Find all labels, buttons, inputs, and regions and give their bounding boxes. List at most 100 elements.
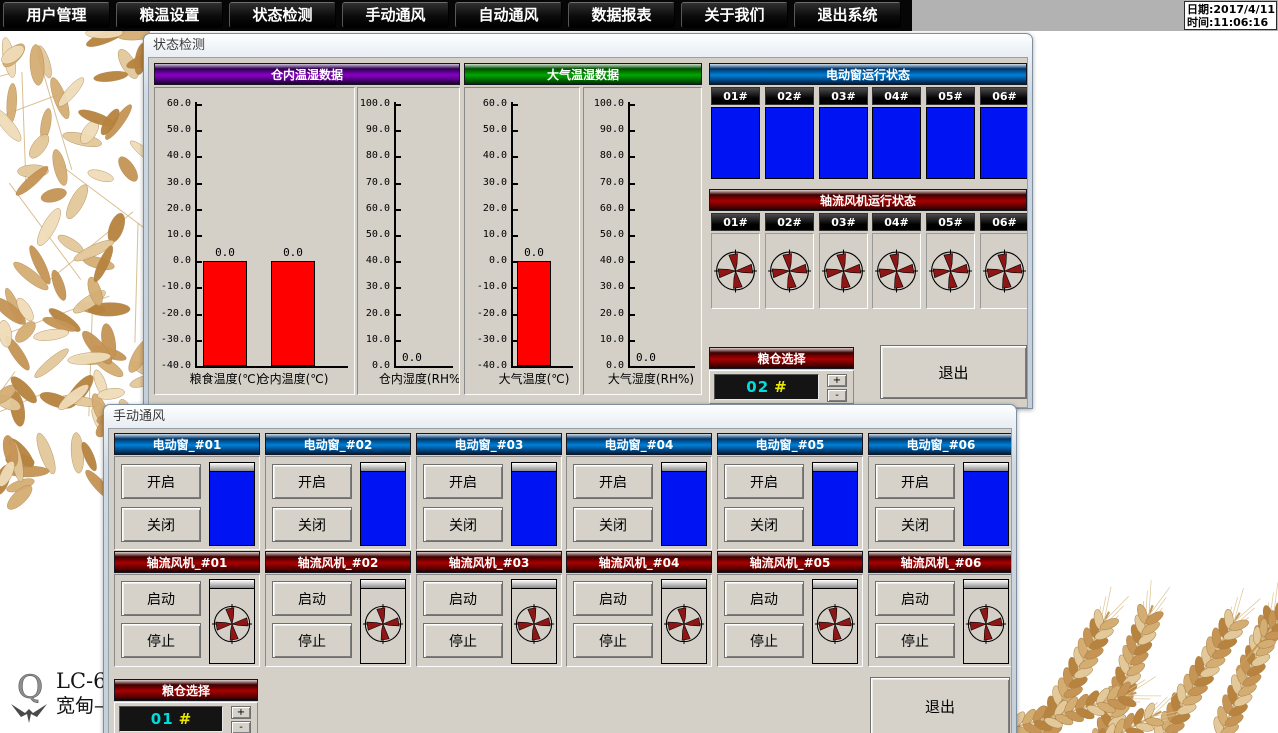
fan-start-button-2[interactable]: 启动 (272, 581, 352, 616)
axial-fan-panel-1: 启动停止 (114, 574, 260, 667)
motor-window-panel-header-6: 电动窗_#06 (868, 433, 1012, 455)
manual-bin-up-button[interactable]: + (231, 706, 251, 719)
window-open-button-5[interactable]: 开启 (724, 464, 804, 499)
y-axis-tick (513, 156, 518, 158)
fan-stop-button-5[interactable]: 停止 (724, 623, 804, 658)
y-tick-label: -20.0 (155, 308, 191, 319)
manual-bin-number: 01 (151, 710, 174, 728)
y-axis-tick (197, 130, 202, 132)
menu-button-auto-ventilation[interactable]: 自动通风 (455, 2, 562, 28)
fan-stop-button-6[interactable]: 停止 (875, 623, 955, 658)
window-open-button-2[interactable]: 开启 (272, 464, 352, 499)
menu-button-status-detection[interactable]: 状态检测 (229, 2, 336, 28)
y-tick-label: 20.0 (465, 203, 507, 214)
window-open-button-3[interactable]: 开启 (423, 464, 503, 499)
window-close-button-4[interactable]: 关闭 (573, 507, 653, 542)
y-tick-label: 30.0 (155, 177, 191, 188)
manual-bin-down-button[interactable]: - (231, 721, 251, 733)
window-open-button-1[interactable]: 开启 (121, 464, 201, 499)
fan-frame-strip (210, 580, 254, 589)
manual-bin-select-display: 01# (119, 706, 223, 732)
motor-window-panel-header-4: 电动窗_#04 (566, 433, 712, 455)
menu-button-strip: 用户管理粮温设置状态检测手动通风自动通风数据报表关于我们退出系统 (0, 0, 912, 31)
fan-status-icon-1 (711, 233, 760, 309)
status-exit-button[interactable]: 退出 (880, 345, 1027, 399)
window-close-button-1[interactable]: 关闭 (121, 507, 201, 542)
manual-exit-button[interactable]: 退出 (870, 677, 1010, 733)
y-tick-label: 30.0 (584, 281, 624, 292)
window-position-indicator-5 (812, 462, 858, 546)
fan-icon-1 (211, 592, 253, 656)
status-bin-up-button[interactable]: + (827, 374, 847, 387)
window-close-button-2[interactable]: 关闭 (272, 507, 352, 542)
y-axis-tick (513, 183, 518, 185)
window-close-button-6[interactable]: 关闭 (875, 507, 955, 542)
y-axis-tick (513, 235, 518, 237)
y-tick-label: 60.0 (584, 203, 624, 214)
window-position-indicator-3 (511, 462, 557, 546)
window-frame-strip (813, 463, 857, 472)
window-open-button-6[interactable]: 开启 (875, 464, 955, 499)
fan-stop-button-4[interactable]: 停止 (573, 623, 653, 658)
axial-fan-panel-6: 启动停止 (868, 574, 1012, 667)
fan-stop-button-3[interactable]: 停止 (423, 623, 503, 658)
window-position-indicator-1 (209, 462, 255, 546)
manual-window-titlebar[interactable]: 手动通风 (104, 405, 1016, 427)
fan-start-button-4[interactable]: 启动 (573, 581, 653, 616)
menu-button-exit-system[interactable]: 退出系统 (794, 2, 901, 28)
y-tick-label: -30.0 (465, 334, 507, 345)
fan-start-button-1[interactable]: 启动 (121, 581, 201, 616)
y-axis-tick (630, 130, 635, 132)
y-axis-tick (630, 235, 635, 237)
y-axis-tick (396, 235, 401, 237)
fan-start-button-6[interactable]: 启动 (875, 581, 955, 616)
y-axis-tick (396, 183, 401, 185)
fan-start-button-3[interactable]: 启动 (423, 581, 503, 616)
y-tick-label: 70.0 (358, 177, 390, 188)
fan-status-unit-label-4: 04# (872, 213, 921, 231)
window-open-indicator-5 (926, 107, 975, 179)
fan-status-unit-label-6: 06# (980, 213, 1028, 231)
status-window-titlebar[interactable]: 状态检测 (144, 34, 1032, 56)
window-status-unit-label-2: 02# (765, 87, 814, 105)
menu-button-user-management[interactable]: 用户管理 (3, 2, 110, 28)
window-close-button-5[interactable]: 关闭 (724, 507, 804, 542)
x-category-label: 仓内温度(℃) (223, 370, 355, 387)
fan-status-header: 轴流风机运行状态 (709, 189, 1027, 211)
y-axis-tick (630, 209, 635, 211)
fan-start-button-5[interactable]: 启动 (724, 581, 804, 616)
fan-status-unit-label-2: 02# (765, 213, 814, 231)
y-axis-tick (197, 314, 202, 316)
fan-icon-2 (362, 592, 404, 656)
window-open-button-4[interactable]: 开启 (573, 464, 653, 499)
bar-value-label: 0.0 (402, 351, 442, 364)
motor-window-panel-3: 开启关闭 (416, 456, 562, 550)
x-category-label: 大气湿度(RH%) (583, 370, 702, 387)
fan-stop-button-2[interactable]: 停止 (272, 623, 352, 658)
y-tick-label: 10.0 (358, 334, 390, 345)
window-open-indicator-2 (765, 107, 814, 179)
fan-icon-5 (814, 592, 856, 656)
company-logo-icon: Q (6, 668, 52, 724)
axial-fan-panel-header-2: 轴流风机_#02 (265, 551, 411, 573)
menu-button-data-report[interactable]: 数据报表 (568, 2, 675, 28)
axial-fan-panel-header-3: 轴流风机_#03 (416, 551, 562, 573)
y-tick-label: 40.0 (465, 150, 507, 161)
menu-button-manual-ventilation[interactable]: 手动通风 (342, 2, 449, 28)
x-axis-line (511, 366, 573, 368)
menu-button-grain-temp-setting[interactable]: 粮温设置 (116, 2, 223, 28)
y-tick-label: 60.0 (358, 203, 390, 214)
status-bin-select-header: 粮仓选择 (709, 347, 854, 369)
status-bin-down-button[interactable]: - (827, 389, 847, 402)
y-tick-label: 30.0 (465, 177, 507, 188)
fan-stop-button-1[interactable]: 停止 (121, 623, 201, 658)
window-frame-strip (662, 463, 706, 472)
fan-indicator-2 (360, 579, 406, 664)
chart-atmos-humidity: 100.090.080.070.060.050.040.030.020.010.… (583, 87, 702, 395)
window-close-button-3[interactable]: 关闭 (423, 507, 503, 542)
menu-button-about-us[interactable]: 关于我们 (681, 2, 788, 28)
y-tick-label: -10.0 (155, 281, 191, 292)
status-bin-select-display: 02# (714, 374, 819, 400)
fan-indicator-5 (812, 579, 858, 664)
fan-icon-4 (663, 592, 705, 656)
